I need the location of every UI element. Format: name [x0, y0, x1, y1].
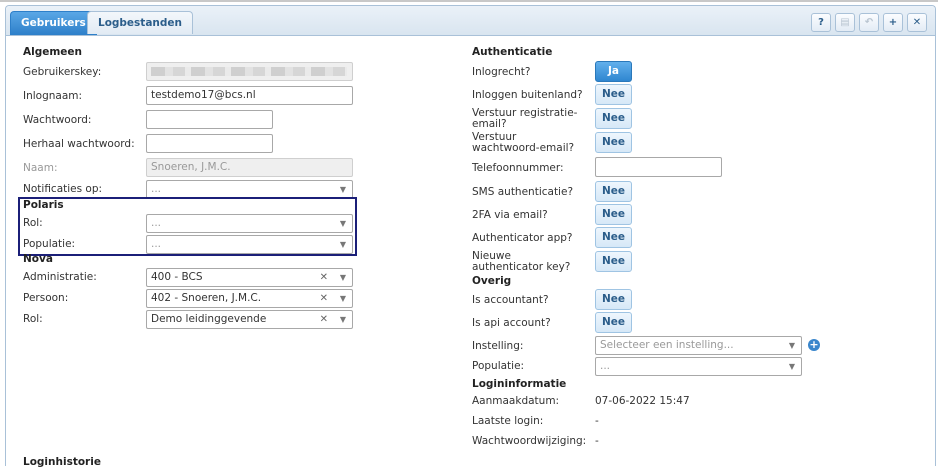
registratie-email-toggle[interactable]: Nee: [595, 108, 632, 129]
tab-logbestanden[interactable]: Logbestanden: [87, 11, 193, 34]
section-loginhistorie: Loginhistorie: [23, 456, 101, 468]
administratie-select[interactable]: 400 - BCS ✕ ▼: [146, 268, 353, 287]
wachtwoord-input[interactable]: [146, 110, 273, 129]
chevron-down-icon: ▼: [788, 341, 795, 350]
chevron-down-icon: ▼: [339, 315, 346, 324]
polaris-highlight-box: [18, 197, 357, 256]
wachtwoord-email-label: Verstuur wachtwoord-email?: [472, 131, 575, 154]
wachtwoord-label: Wachtwoord:: [23, 114, 92, 126]
gebruikerskey-label: Gebruikerskey:: [23, 66, 102, 78]
twofa-label: 2FA via email?: [472, 209, 548, 221]
api-account-label: Is api account?: [472, 317, 551, 329]
undo-button[interactable]: ↶: [859, 13, 879, 32]
wachtwoordwijziging-value: -: [595, 435, 599, 447]
laatste-login-value: -: [595, 415, 599, 427]
section-logininformatie: Logininformatie: [472, 378, 567, 390]
accountant-toggle[interactable]: Nee: [595, 289, 632, 310]
chevron-down-icon: ▼: [339, 273, 346, 282]
naam-label: Naam:: [23, 162, 58, 174]
section-overig: Overig: [472, 275, 512, 287]
add-instelling-icon[interactable]: +: [808, 339, 820, 351]
instelling-placeholder: Selecteer een instelling...: [600, 339, 734, 351]
aanmaakdatum-label: Aanmaakdatum:: [472, 395, 560, 407]
overig-populatie-select[interactable]: ... ▼: [595, 357, 802, 376]
aanmaakdatum-value: 07-06-2022 15:47: [595, 395, 690, 407]
persoon-value: 402 - Snoeren, J.M.C.: [151, 292, 262, 304]
accountant-label: Is accountant?: [472, 294, 549, 306]
inlogrecht-label: Inlogrecht?: [472, 66, 531, 78]
section-algemeen: Algemeen: [23, 46, 83, 58]
herhaal-wachtwoord-label: Herhaal wachtwoord:: [23, 138, 135, 150]
overig-populatie-label: Populatie:: [472, 360, 525, 372]
clear-icon[interactable]: ✕: [320, 311, 328, 328]
administratie-label: Administratie:: [23, 271, 97, 283]
twofa-toggle[interactable]: Nee: [595, 204, 632, 225]
herhaal-wachtwoord-input[interactable]: [146, 134, 273, 153]
nova-rol-select[interactable]: Demo leidinggevende ✕ ▼: [146, 310, 353, 329]
wachtwoord-email-toggle[interactable]: Nee: [595, 132, 632, 153]
notificaties-label: Notificaties op:: [23, 183, 103, 195]
redacted-key: [151, 67, 347, 76]
nova-rol-value: Demo leidinggevende: [151, 313, 267, 325]
wachtwoordwijziging-label: Wachtwoordwijziging:: [472, 435, 587, 447]
registratie-email-label: Verstuur registratie-email?: [472, 107, 578, 130]
buitenland-toggle[interactable]: Nee: [595, 84, 632, 105]
api-account-toggle[interactable]: Nee: [595, 312, 632, 333]
authenticator-app-toggle[interactable]: Nee: [595, 227, 632, 248]
sms-toggle[interactable]: Nee: [595, 181, 632, 202]
gebruikerskey-field: [146, 62, 353, 81]
nieuwe-key-label: Nieuwe authenticator key?: [472, 250, 571, 273]
notificaties-placeholder: ...: [151, 183, 162, 195]
persoon-select[interactable]: 402 - Snoeren, J.M.C. ✕ ▼: [146, 289, 353, 308]
chevron-down-icon: ▼: [339, 185, 346, 194]
administratie-value: 400 - BCS: [151, 271, 203, 283]
laatste-login-label: Laatste login:: [472, 415, 544, 427]
overig-populatie-placeholder: ...: [600, 360, 611, 372]
naam-field: Snoeren, J.M.C.: [146, 158, 353, 177]
add-button[interactable]: +: [883, 13, 903, 32]
buitenland-label: Inloggen buitenland?: [472, 89, 583, 101]
section-nova: Nova: [23, 253, 53, 265]
clear-icon[interactable]: ✕: [320, 269, 328, 286]
window-top-border: [0, 0, 938, 2]
inlogrecht-toggle[interactable]: Ja: [595, 61, 632, 82]
authenticator-app-label: Authenticator app?: [472, 232, 573, 244]
sms-label: SMS authenticatie?: [472, 186, 574, 198]
save-button[interactable]: ▤: [835, 13, 855, 32]
inlognaam-label: Inlognaam:: [23, 90, 83, 102]
tab-gebruikers[interactable]: Gebruikers: [10, 11, 97, 35]
instelling-select[interactable]: Selecteer een instelling... ▼: [595, 336, 802, 355]
nova-rol-label: Rol:: [23, 313, 43, 325]
section-authenticatie: Authenticatie: [472, 46, 553, 58]
telefoonnummer-input[interactable]: [595, 157, 722, 177]
clear-icon[interactable]: ✕: [320, 290, 328, 307]
chevron-down-icon: ▼: [788, 362, 795, 371]
chevron-down-icon: ▼: [339, 294, 346, 303]
inlognaam-input[interactable]: testdemo17@bcs.nl: [146, 86, 353, 105]
persoon-label: Persoon:: [23, 292, 69, 304]
close-button[interactable]: ✕: [907, 13, 927, 32]
nieuwe-key-toggle[interactable]: Nee: [595, 251, 632, 272]
telefoonnummer-label: Telefoonnummer:: [472, 162, 564, 174]
tab-bar: Gebruikers Logbestanden ? ▤ ↶ + ✕: [6, 6, 935, 36]
instelling-label: Instelling:: [472, 340, 524, 352]
help-button[interactable]: ?: [811, 13, 831, 32]
